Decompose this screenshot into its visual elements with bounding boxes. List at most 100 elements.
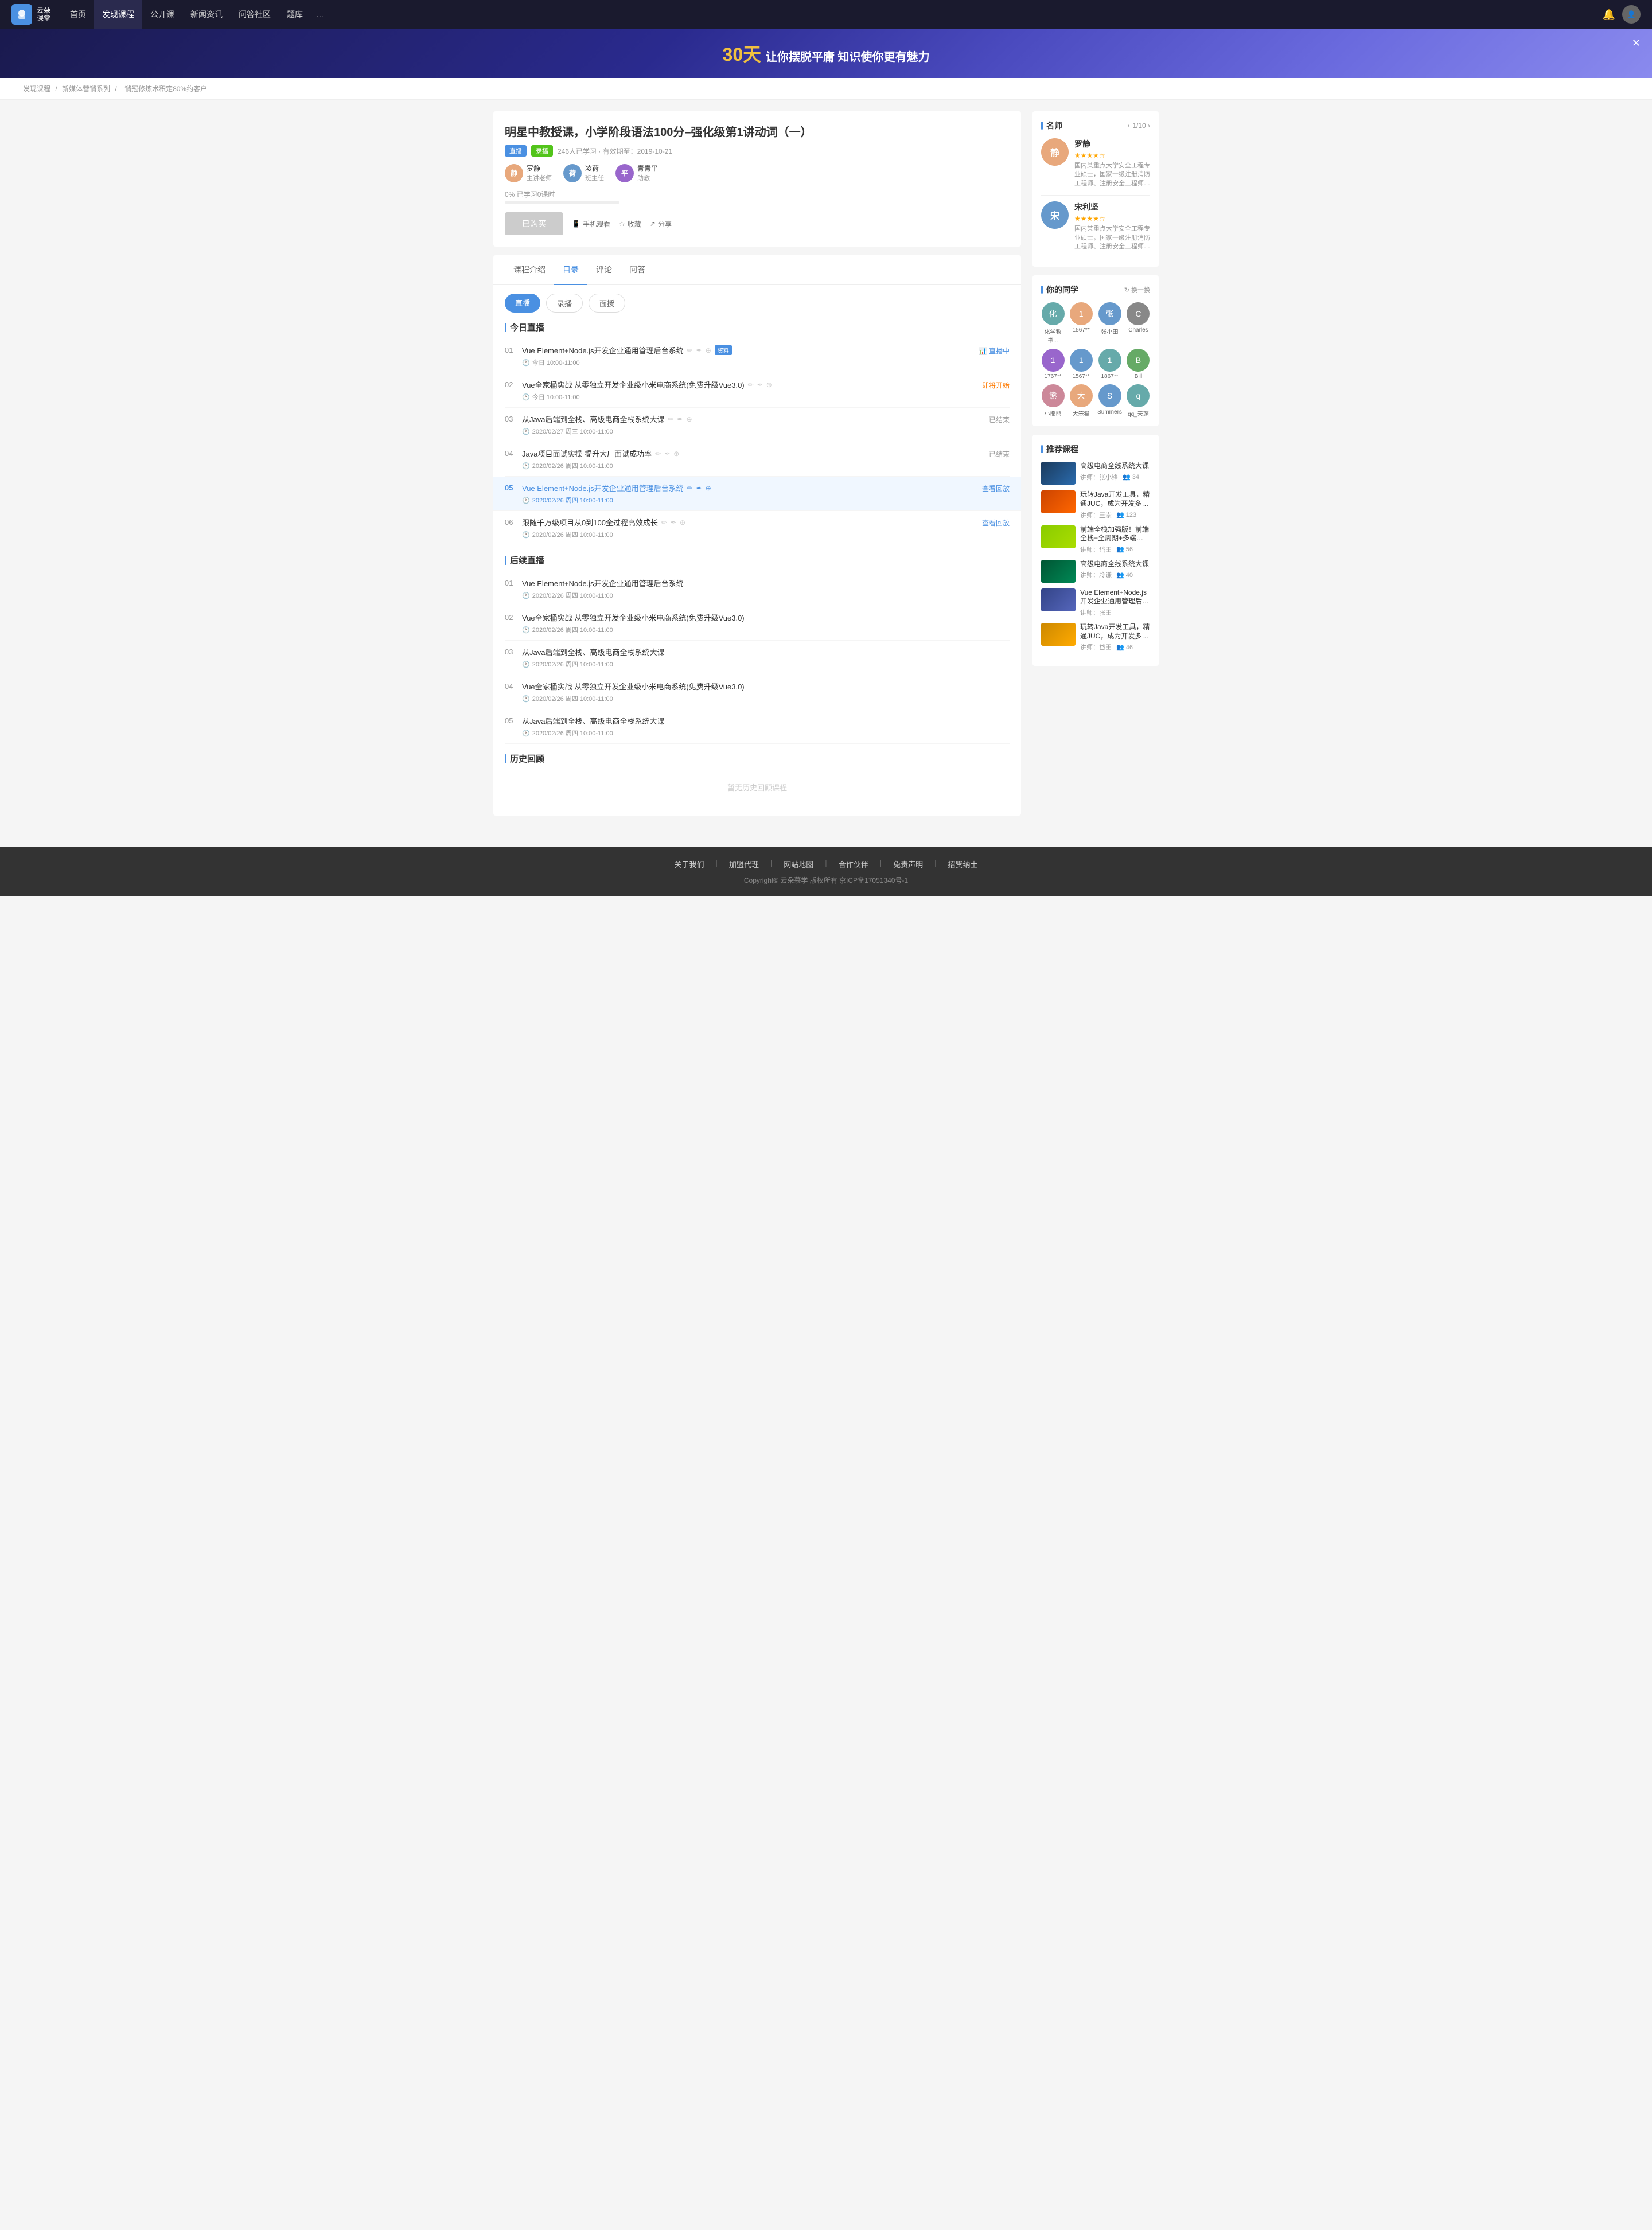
- rec-item-1[interactable]: 高级电商全线系统大课 讲师：张小锋 👥 34: [1041, 462, 1150, 485]
- sidebar: 名师 ‹ 1/10 › 静 罗静 ★★★★☆ 国内某重点大学安全工程专业硕士，国…: [1032, 111, 1159, 824]
- section-history: 历史回顾: [505, 744, 1010, 770]
- pencil-icon[interactable]: ✒: [696, 346, 702, 354]
- rec-item-6[interactable]: 玩转Java开发工具，精通JUC，成为开发多面手 讲师：岱田 👥 46: [1041, 623, 1150, 652]
- edit-icon[interactable]: ✏: [668, 415, 673, 423]
- classmate-item: 1 1567**: [1069, 349, 1093, 380]
- breadcrumb-series[interactable]: 新媒体营销系列: [62, 85, 110, 93]
- nav-item-news[interactable]: 新闻资讯: [182, 0, 231, 29]
- rec-meta-1: 讲师：张小锋 👥 34: [1080, 473, 1150, 482]
- sub-tab-live[interactable]: 直播: [505, 294, 540, 313]
- classmate-item: 化 化学教书...: [1041, 302, 1065, 344]
- nav-item-open[interactable]: 公开课: [142, 0, 182, 29]
- copy-icon[interactable]: ⊕: [706, 346, 711, 354]
- rec-item-2[interactable]: 玩转Java开发工具，精通JUC，成为开发多面手 讲师：王崇 👥 123: [1041, 490, 1150, 519]
- classmate-name: 1567**: [1073, 327, 1090, 333]
- nav-item-discover[interactable]: 发现课程: [94, 0, 142, 29]
- copy-icon[interactable]: ⊕: [706, 484, 711, 492]
- main-container: 明星中教授课，小学阶段语法100分–强化级第1讲动词（一） 直播 录播 246人…: [482, 100, 1170, 836]
- classmate-item: S Summers: [1097, 384, 1122, 418]
- pencil-icon[interactable]: ✒: [677, 415, 683, 423]
- edit-icon[interactable]: ✏: [687, 346, 693, 354]
- footer-recruit[interactable]: 招贤纳士: [948, 859, 978, 870]
- edit-icon[interactable]: ✏: [687, 484, 693, 492]
- lesson-status[interactable]: 查看回放: [976, 517, 1010, 528]
- lesson-status[interactable]: 📊 直播中: [973, 345, 1010, 356]
- teacher-role-2: 班主任: [585, 173, 604, 182]
- sidebar-teachers-nav[interactable]: ‹ 1/10 ›: [1127, 122, 1150, 130]
- clock-icon: 🕐: [522, 531, 530, 539]
- lesson-item: 01 Vue Element+Node.js开发企业通用管理后台系统 ✏ ✒ ⊕…: [505, 339, 1010, 373]
- lesson-title: Vue Element+Node.js开发企业通用管理后台系统 ✏ ✒ ⊕: [522, 482, 976, 493]
- rec-item-4[interactable]: 高级电商全线系统大课 讲师：冷谦 👥 40: [1041, 560, 1150, 583]
- nav-more[interactable]: ...: [311, 10, 329, 19]
- lesson-status[interactable]: 即将开始: [976, 379, 1010, 390]
- refresh-button[interactable]: ↻ 换一换: [1124, 285, 1150, 294]
- logo[interactable]: 云朵 课堂: [11, 4, 50, 25]
- tab-qa[interactable]: 问答: [621, 255, 654, 285]
- classmate-item: 熊 小熊熊: [1041, 384, 1065, 418]
- prev-icon[interactable]: ‹: [1127, 122, 1129, 130]
- classmate-name: 1767**: [1045, 373, 1062, 380]
- tab-intro[interactable]: 课程介绍: [505, 255, 554, 285]
- lesson-title: Vue全家桶实战 从零独立开发企业级小米电商系统(免费升级Vue3.0): [522, 681, 1010, 692]
- collect-button[interactable]: ☆ 收藏: [619, 219, 641, 229]
- notification-bell-icon[interactable]: 🔔: [1603, 9, 1615, 21]
- classmate-avatar: 化: [1042, 302, 1065, 325]
- footer-about[interactable]: 关于我们: [674, 859, 704, 870]
- purchased-button[interactable]: 已购买: [505, 212, 563, 235]
- nav-item-home[interactable]: 首页: [62, 0, 94, 29]
- lesson-num: 01: [505, 345, 522, 354]
- lesson-info: 从Java后端到全栈、高级电商全栈系统大课 🕐 2020/02/26 周四 10…: [522, 715, 1010, 738]
- footer-sitemap[interactable]: 网站地图: [784, 859, 813, 870]
- copy-icon[interactable]: ⊕: [766, 381, 772, 389]
- footer-disclaimer[interactable]: 免责声明: [893, 859, 923, 870]
- classmate-name: 小熊熊: [1045, 409, 1062, 418]
- sidebar-recommend-title: 推荐课程: [1041, 443, 1150, 455]
- lesson-info: 跟随千万级项目从0到100全过程高效成长 ✏ ✒ ⊕ 🕐 2020/02/26 …: [522, 517, 976, 539]
- lesson-time: 🕐 2020/02/27 周三 10:00-11:00: [522, 427, 983, 436]
- teacher-big-avatar-1: 静: [1041, 138, 1069, 166]
- rec-item-3[interactable]: 前端全栈加强版！前端全栈+全周期+多端应用 讲师：岱田 👥 56: [1041, 525, 1150, 554]
- copy-icon[interactable]: ⊕: [680, 518, 685, 527]
- nav-item-problems[interactable]: 题库: [279, 0, 311, 29]
- footer-links: 关于我们 | 加盟代理 | 网站地图 | 合作伙伴 | 免责声明 | 招贤纳士: [11, 859, 1641, 870]
- sidebar-classmates-card: 你的同学 ↻ 换一换 化 化学教书... 1 1567** 张 张小田: [1032, 275, 1159, 426]
- user-avatar[interactable]: 👤: [1622, 5, 1641, 24]
- tab-catalog[interactable]: 目录: [554, 255, 587, 285]
- lesson-num: 05: [505, 715, 522, 725]
- classmate-name: Charles: [1128, 327, 1148, 333]
- clock-icon: 🕐: [522, 661, 530, 668]
- edit-icon[interactable]: ✏: [748, 381, 754, 389]
- pencil-icon[interactable]: ✒: [757, 381, 763, 389]
- nav-item-qa[interactable]: 问答社区: [231, 0, 279, 29]
- edit-icon[interactable]: ✏: [661, 518, 667, 527]
- footer-partner[interactable]: 合作伙伴: [839, 859, 868, 870]
- teachers-list: 静 罗静 主讲老师 荷 凌荷 班主任: [505, 163, 1010, 182]
- share-button[interactable]: ↗ 分享: [650, 219, 672, 229]
- pencil-icon[interactable]: ✒: [664, 450, 670, 458]
- rec-info-4: 高级电商全线系统大课 讲师：冷谦 👥 40: [1080, 560, 1150, 583]
- pencil-icon[interactable]: ✒: [696, 484, 702, 492]
- edit-icon[interactable]: ✏: [655, 450, 661, 458]
- breadcrumb-current: 销冠修炼术积定80%约客户: [124, 85, 207, 93]
- lesson-num: 02: [505, 612, 522, 622]
- copy-icon[interactable]: ⊕: [673, 450, 679, 458]
- classmate-name: qq_天蓬: [1128, 409, 1149, 418]
- footer-agent[interactable]: 加盟代理: [729, 859, 759, 870]
- breadcrumb-discover[interactable]: 发现课程: [23, 85, 50, 93]
- footer: 关于我们 | 加盟代理 | 网站地图 | 合作伙伴 | 免责声明 | 招贤纳士 …: [0, 847, 1652, 896]
- lesson-title: Java项目面试实操 提升大厂面试成功率 ✏ ✒ ⊕: [522, 448, 983, 459]
- mobile-watch-button[interactable]: 📱 手机观看: [572, 219, 610, 229]
- banner-close-icon[interactable]: ✕: [1632, 37, 1641, 49]
- sub-tab-face[interactable]: 面授: [589, 294, 625, 313]
- rec-thumb-4: [1041, 560, 1076, 583]
- tab-review[interactable]: 评论: [587, 255, 621, 285]
- lesson-item: 04 Vue全家桶实战 从零独立开发企业级小米电商系统(免费升级Vue3.0) …: [505, 675, 1010, 709]
- classmate-item: B Bill: [1127, 349, 1150, 380]
- lesson-status[interactable]: 查看回放: [976, 482, 1010, 493]
- rec-item-5[interactable]: Vue Element+Node.js开发企业通用管理后台系统 讲师：张田: [1041, 588, 1150, 617]
- copy-icon[interactable]: ⊕: [687, 415, 692, 423]
- sidebar-recommend-card: 推荐课程 高级电商全线系统大课 讲师：张小锋 👥 34 玩转Java开发工具，精…: [1032, 435, 1159, 666]
- pencil-icon[interactable]: ✒: [671, 518, 676, 527]
- sub-tab-replay[interactable]: 录播: [546, 294, 583, 313]
